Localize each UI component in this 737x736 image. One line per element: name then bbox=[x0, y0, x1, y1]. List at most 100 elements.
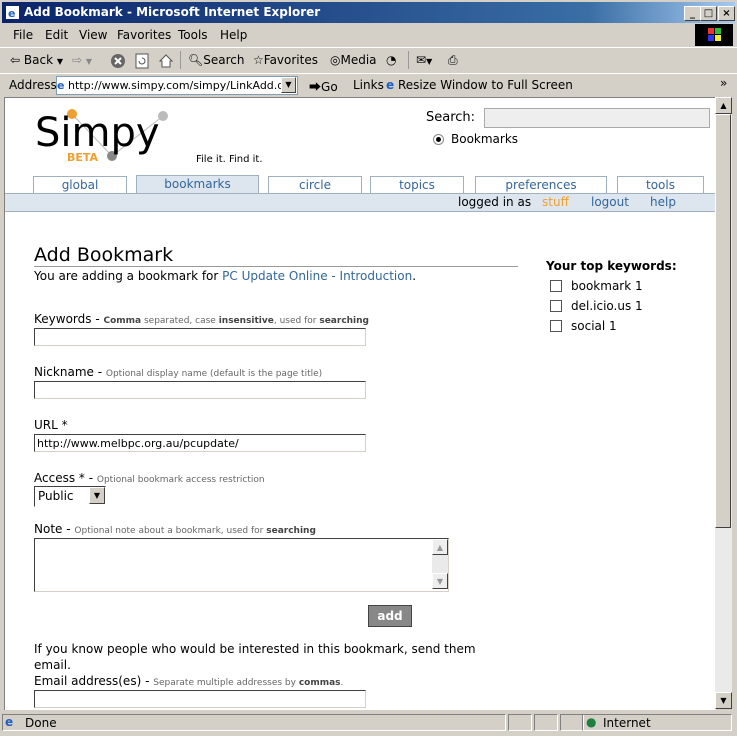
status-text-area: e Done bbox=[2, 714, 506, 731]
page-icon: e bbox=[57, 79, 65, 92]
status-text: Done bbox=[25, 716, 57, 730]
search-icon: 🔍︎ bbox=[188, 53, 204, 67]
keywords-label: Keywords - Comma separated, case insensi… bbox=[34, 312, 369, 326]
keyword-checkbox[interactable] bbox=[550, 300, 562, 312]
site-search-input[interactable] bbox=[484, 108, 710, 128]
menu-view[interactable]: View bbox=[79, 28, 107, 42]
menu-tools[interactable]: Tools bbox=[178, 28, 208, 42]
back-arrow-icon: ⇦ bbox=[10, 53, 21, 67]
zone-area: ● Internet bbox=[582, 714, 732, 731]
note-label: Note - Optional note about a bookmark, u… bbox=[34, 522, 316, 536]
minimize-button[interactable]: _ bbox=[684, 6, 701, 21]
tab-tools[interactable]: tools bbox=[617, 176, 704, 194]
address-dropdown-icon[interactable]: ▼ bbox=[281, 77, 296, 93]
scroll-up-icon[interactable]: ▲ bbox=[715, 97, 732, 114]
go-button[interactable]: ⮕Go bbox=[309, 78, 338, 95]
home-button[interactable] bbox=[158, 53, 174, 72]
username-link[interactable]: stuff bbox=[542, 195, 569, 209]
keyword-label: del.icio.us 1 bbox=[571, 299, 643, 313]
intro-text: You are adding a bookmark for PC Update … bbox=[34, 269, 417, 283]
url-label: URL * bbox=[34, 418, 68, 432]
mail-dropdown-icon: ▼ bbox=[426, 57, 433, 66]
stop-icon bbox=[111, 54, 125, 68]
keyword-label: social 1 bbox=[571, 319, 617, 333]
media-icon: ◎ bbox=[330, 53, 341, 67]
menu-favorites[interactable]: Favorites bbox=[117, 28, 171, 42]
keywords-hint: Comma separated, case insensitive, used … bbox=[103, 316, 369, 326]
tab-bookmarks[interactable]: bookmarks bbox=[136, 175, 259, 194]
bookmarks-radio[interactable] bbox=[433, 134, 444, 145]
print-button[interactable]: ⎙ bbox=[448, 53, 458, 68]
keywords-input[interactable] bbox=[34, 328, 366, 346]
favorites-button[interactable]: ☆Favorites bbox=[253, 53, 318, 67]
forward-button[interactable]: ⇨ ▼ bbox=[72, 53, 92, 67]
browser-window: e Add Bookmark - Microsoft Internet Expl… bbox=[0, 0, 737, 736]
close-button[interactable]: × bbox=[718, 6, 735, 21]
link-page-icon: e bbox=[386, 78, 395, 92]
history-button[interactable]: ◔ bbox=[386, 53, 396, 67]
access-selected-value: Public bbox=[38, 489, 74, 503]
maximize-button[interactable]: □ bbox=[700, 6, 717, 21]
search-label: Search: bbox=[426, 110, 476, 125]
user-bar: logged in as stuff logout help bbox=[5, 193, 716, 212]
back-button[interactable]: ⇦ Back ▼ bbox=[10, 53, 63, 67]
mail-button[interactable]: ✉▼ bbox=[416, 53, 432, 67]
status-segment bbox=[534, 714, 558, 731]
windows-logo-icon bbox=[695, 24, 733, 46]
tab-global[interactable]: global bbox=[33, 176, 127, 194]
toolbar-separator bbox=[180, 51, 181, 69]
address-label: Address bbox=[9, 78, 57, 92]
top-keywords-title: Your top keywords: bbox=[546, 259, 677, 273]
note-textarea[interactable]: ▲ ▼ bbox=[34, 538, 449, 592]
scroll-thumb[interactable] bbox=[715, 114, 731, 528]
scroll-up-icon[interactable]: ▲ bbox=[432, 539, 448, 555]
svg-text:e: e bbox=[8, 7, 15, 20]
title-divider bbox=[34, 266, 518, 267]
zone-text: Internet bbox=[603, 716, 651, 730]
bookmark-title-link[interactable]: PC Update Online - Introduction bbox=[222, 269, 412, 283]
address-bar: Address e http://www.simpy.com/simpy/Lin… bbox=[0, 73, 737, 96]
note-scrollbar[interactable]: ▲ ▼ bbox=[432, 539, 448, 589]
scroll-down-icon[interactable]: ▼ bbox=[715, 692, 732, 709]
refresh-button[interactable] bbox=[134, 53, 150, 72]
page-title: Add Bookmark bbox=[34, 244, 174, 266]
media-button[interactable]: ◎Media bbox=[330, 53, 377, 67]
resize-window-link[interactable]: e Resize Window to Full Screen bbox=[386, 78, 573, 92]
chevron-down-icon[interactable]: ▼ bbox=[89, 487, 105, 504]
keyword-checkbox[interactable] bbox=[550, 320, 562, 332]
home-icon bbox=[158, 54, 174, 68]
access-label: Access * - Optional bookmark access rest… bbox=[34, 471, 265, 485]
nickname-label: Nickname - Optional display name (defaul… bbox=[34, 365, 323, 379]
email-input[interactable] bbox=[34, 690, 366, 708]
tab-preferences[interactable]: preferences bbox=[475, 176, 607, 194]
links-label[interactable]: Links bbox=[353, 78, 384, 92]
access-select[interactable]: Public ▼ bbox=[34, 486, 106, 507]
mail-icon: ✉ bbox=[416, 53, 427, 67]
tab-circle[interactable]: circle bbox=[268, 176, 362, 194]
chevron-right-icon[interactable]: » bbox=[720, 76, 727, 90]
address-input[interactable]: e http://www.simpy.com/simpy/LinkAdd.do?… bbox=[56, 76, 298, 95]
help-link[interactable]: help bbox=[650, 195, 676, 209]
forward-dropdown-icon: ▼ bbox=[85, 57, 93, 66]
tab-topics[interactable]: topics bbox=[370, 176, 464, 194]
url-input[interactable]: http://www.melbpc.org.au/pcupdate/ bbox=[34, 434, 366, 452]
menu-edit[interactable]: Edit bbox=[45, 28, 68, 42]
refresh-icon bbox=[135, 53, 149, 69]
keyword-checkbox[interactable] bbox=[550, 280, 562, 292]
logged-in-label: logged in as bbox=[458, 195, 532, 209]
page-scrollbar[interactable]: ▲ ▼ bbox=[715, 97, 732, 709]
note-hint: Optional note about a bookmark, used for… bbox=[74, 526, 316, 536]
menu-file[interactable]: File bbox=[13, 28, 33, 42]
stop-button[interactable] bbox=[110, 53, 126, 72]
search-button[interactable]: 🔍︎Search bbox=[188, 53, 244, 67]
scroll-down-icon[interactable]: ▼ bbox=[432, 573, 448, 589]
nickname-input[interactable] bbox=[34, 381, 366, 399]
bookmarks-radio-label: Bookmarks bbox=[451, 132, 519, 146]
simpy-logo[interactable]: Simpy BETA bbox=[35, 104, 185, 164]
logout-link[interactable]: logout bbox=[591, 195, 629, 209]
status-bar: e Done ● Internet bbox=[0, 712, 737, 734]
menu-help[interactable]: Help bbox=[220, 28, 247, 42]
ie-icon: e bbox=[6, 6, 19, 20]
add-button[interactable]: add bbox=[368, 605, 412, 627]
address-url: http://www.simpy.com/simpy/LinkAdd.do?t bbox=[67, 79, 298, 92]
